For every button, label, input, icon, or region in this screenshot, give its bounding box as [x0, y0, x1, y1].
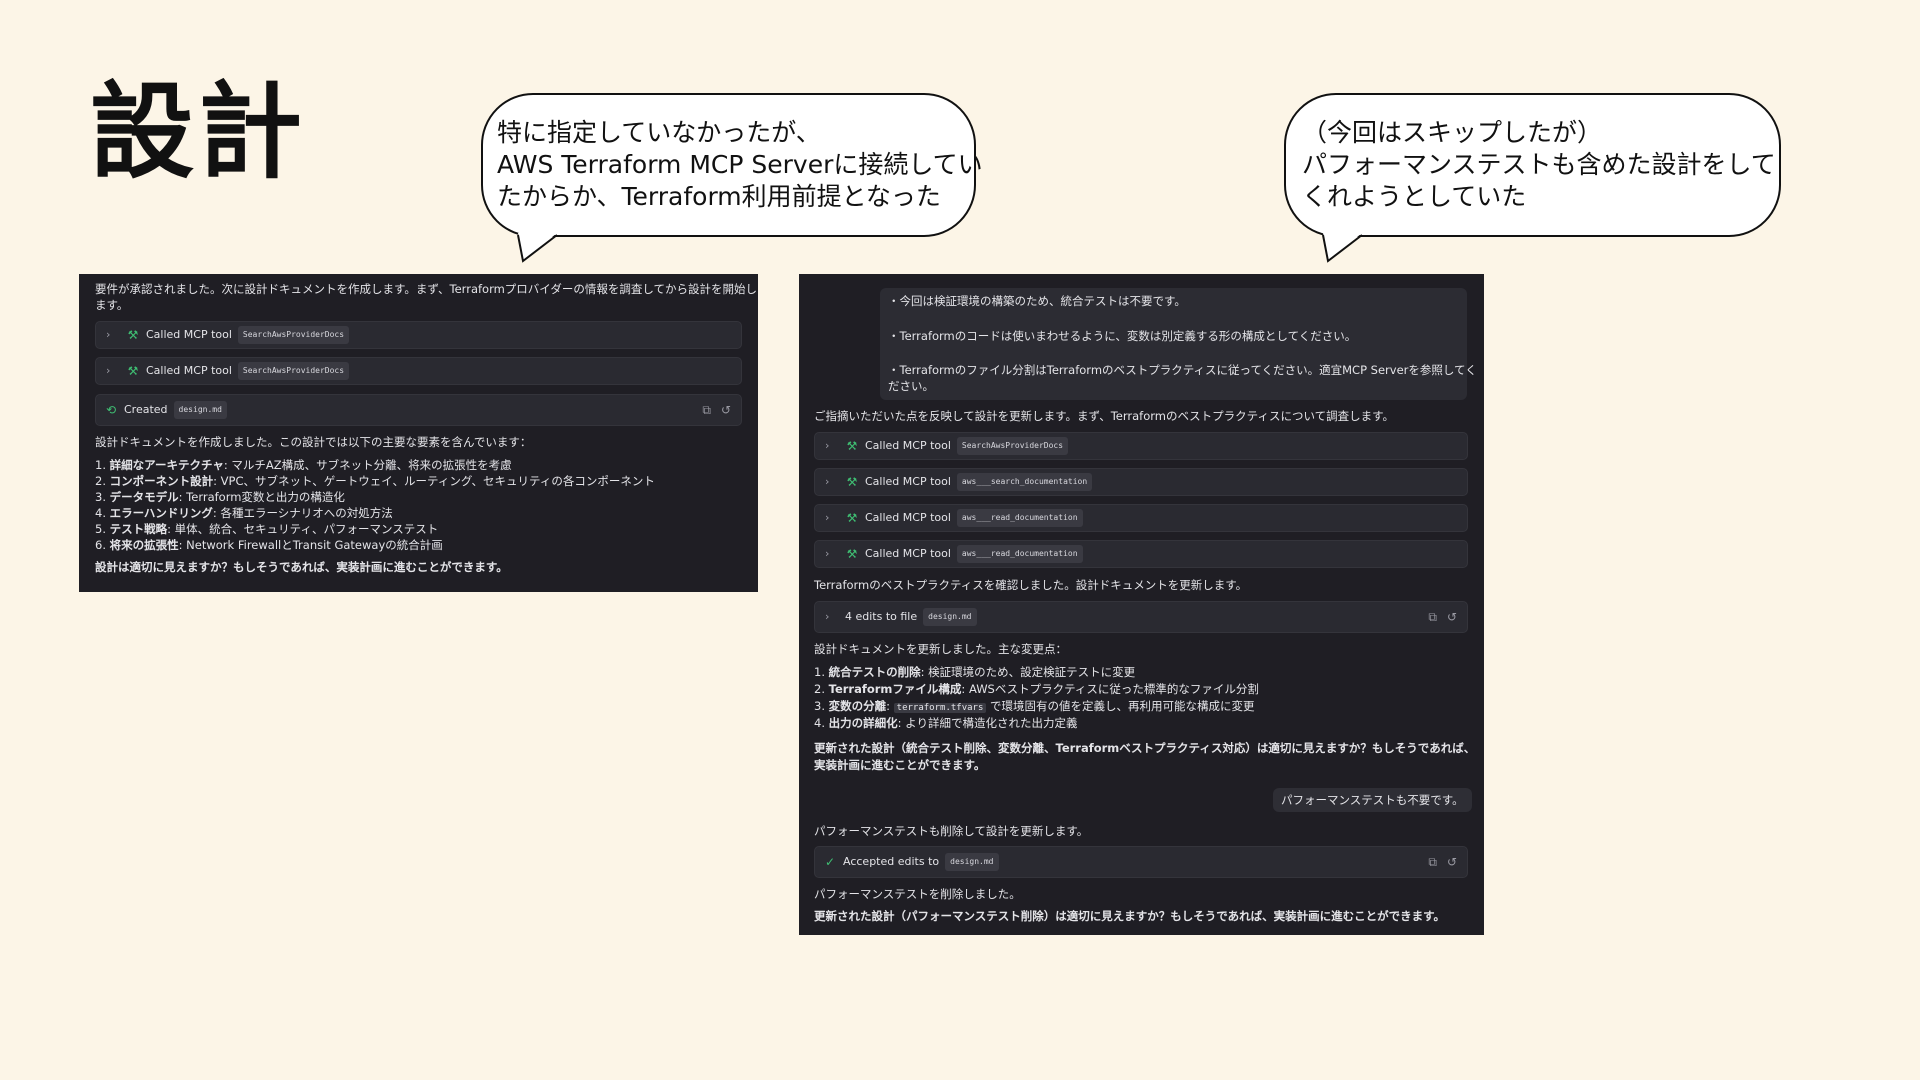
wrench-icon: ⚒	[846, 475, 858, 489]
tool-chip: aws___read_documentation	[956, 545, 1083, 563]
check-circle-icon: ✓	[824, 855, 836, 869]
chevron-right-icon: ›	[825, 610, 830, 623]
created-label: Created	[124, 403, 168, 416]
file-chip: design.md	[945, 853, 999, 871]
bubble-left-tail	[517, 233, 558, 263]
mcp-tool-row[interactable]: › ⚒ Called MCP tool aws___read_documenta…	[814, 540, 1468, 568]
reflect-text: ご指摘いただいた点を反映して設計を更新します。まず、Terraformのベストプ…	[814, 409, 1394, 423]
compare-icon[interactable]: ⧉	[1428, 609, 1437, 625]
accepted-label: Accepted edits to	[843, 855, 940, 868]
list-item: 4. 出力の詳細化: より詳細で構造化された出力定義	[814, 716, 1078, 730]
speech-bubble-right: （今回はスキップしたが） パフォーマンステストも含めた設計をして くれようとして…	[1284, 93, 1781, 237]
tool-chip: SearchAwsProviderDocs	[237, 362, 350, 380]
list-item: 2. コンポーネント設計: VPC、サブネット、ゲートウェイ、ルーティング、セキ…	[95, 474, 655, 488]
intro-line-1: 要件が承認されました。次に設計ドキュメントを作成します。まず、Terraform…	[95, 282, 757, 296]
list-item: 3. データモデル: Terraform変数と出力の構造化	[95, 490, 345, 504]
file-chip: design.md	[923, 608, 977, 626]
list-item: 4. エラーハンドリング: 各種エラーシナリオへの対処方法	[95, 506, 393, 520]
final-question: 更新された設計（パフォーマンステスト削除）は適切に見えますか？もしそうであれば、…	[814, 909, 1445, 923]
list-item: 3. 変数の分離: terraform.tfvars で環境固有の値を定義し、再…	[814, 699, 1255, 713]
created-icon: ⟲	[105, 403, 117, 417]
tool-row-label: Called MCP tool	[865, 511, 951, 524]
compare-icon[interactable]: ⧉	[702, 402, 711, 418]
chevron-right-icon: ›	[825, 439, 830, 452]
undo-icon[interactable]: ↺	[1447, 854, 1457, 870]
wrench-icon: ⚒	[127, 364, 139, 378]
tool-row-label: Called MCP tool	[865, 547, 951, 560]
wrench-icon: ⚒	[846, 511, 858, 525]
tool-chip: aws___search_documentation	[956, 473, 1093, 491]
list-item: 1. 詳細なアーキテクチャ: マルチAZ構成、サブネット分離、将来の拡張性を考慮	[95, 458, 512, 472]
right-chat-screenshot: ・今回は検証環境の構築のため、統合テストは不要です。 ・Terraformのコー…	[799, 274, 1484, 935]
tool-row-label: Called MCP tool	[865, 475, 951, 488]
edits-label: 4 edits to file	[845, 610, 918, 623]
list-item: 5. テスト戦略: 単体、統合、セキュリティ、パフォーマンステスト	[95, 522, 439, 536]
user-message: パフォーマンステストも不要です。	[1273, 788, 1472, 812]
question-line-1: 更新された設計（統合テスト削除、変数分離、Terraformベストプラクティス対…	[814, 741, 1476, 755]
wrench-icon: ⚒	[846, 547, 858, 561]
tool-chip: SearchAwsProviderDocs	[956, 437, 1069, 455]
left-chat-screenshot: 要件が承認されました。次に設計ドキュメントを作成します。まず、Terraform…	[79, 274, 758, 592]
user-feedback-box: ・今回は検証環境の構築のため、統合テストは不要です。 ・Terraformのコー…	[880, 288, 1477, 400]
intro-line-2: ます。	[95, 298, 129, 312]
edits-file-row[interactable]: › 4 edits to file design.md ⧉ ↺	[814, 601, 1468, 633]
tool-chip: aws___read_documentation	[956, 509, 1083, 527]
perf-update-text: パフォーマンステストも削除して設計を更新します。	[814, 824, 1089, 838]
bubble-left-line-3: たからか、Terraform利用前提となった	[497, 182, 941, 211]
file-chip: design.md	[173, 401, 227, 419]
list-item: 1. 統合テストの削除: 検証環境のため、設定検証テストに変更	[814, 665, 1136, 679]
updated-text: 設計ドキュメントを更新しました。主な変更点：	[814, 642, 1067, 656]
bubble-left-line-1: 特に指定していなかったが、	[497, 118, 821, 147]
chevron-right-icon: ›	[825, 511, 830, 524]
created-file-row[interactable]: ⟲ Created design.md ⧉ ↺	[95, 394, 742, 426]
wrench-icon: ⚒	[846, 439, 858, 453]
wrench-icon: ⚒	[127, 328, 139, 342]
feedback-line-2: ・Terraformのコードは使いまわせるように、変数は別定義する形の構成として…	[888, 329, 1357, 343]
perf-removed-text: パフォーマンステストを削除しました。	[814, 887, 1021, 901]
tool-row-label: Called MCP tool	[865, 439, 951, 452]
feedback-line-1: ・今回は検証環境の構築のため、統合テストは不要です。	[888, 294, 1186, 308]
chevron-right-icon: ›	[825, 475, 830, 488]
undo-icon[interactable]: ↺	[721, 402, 731, 418]
list-item: 6. 将来の拡張性: Network FirewallとTransit Gate…	[95, 538, 443, 552]
compare-icon[interactable]: ⧉	[1428, 854, 1437, 870]
mcp-tool-row[interactable]: › ⚒ Called MCP tool SearchAwsProviderDoc…	[95, 321, 742, 349]
confirmed-text: Terraformのベストプラクティスを確認しました。設計ドキュメントを更新しま…	[814, 578, 1248, 592]
question-text: 設計は適切に見えますか？もしそうであれば、実装計画に進むことができます。	[95, 560, 508, 574]
bubble-right-line-2: パフォーマンステストも含めた設計をして	[1302, 150, 1776, 179]
mcp-tool-row[interactable]: › ⚒ Called MCP tool SearchAwsProviderDoc…	[814, 432, 1468, 460]
undo-icon[interactable]: ↺	[1447, 609, 1457, 625]
mcp-tool-row[interactable]: › ⚒ Called MCP tool aws___read_documenta…	[814, 504, 1468, 532]
mcp-tool-row[interactable]: › ⚒ Called MCP tool SearchAwsProviderDoc…	[95, 357, 742, 385]
tool-row-label: Called MCP tool	[146, 328, 232, 341]
question-line-2: 実装計画に進むことができます。	[814, 758, 986, 772]
accepted-edits-row[interactable]: ✓ Accepted edits to design.md ⧉ ↺	[814, 846, 1468, 878]
bubble-right-tail	[1322, 233, 1363, 263]
summary-text: 設計ドキュメントを作成しました。この設計では以下の主要な要素を含んでいます：	[95, 435, 532, 449]
chevron-right-icon: ›	[106, 328, 111, 341]
speech-bubble-left: 特に指定していなかったが、 AWS Terraform MCP Serverに接…	[481, 93, 983, 237]
chevron-right-icon: ›	[825, 547, 830, 560]
chevron-right-icon: ›	[106, 364, 111, 377]
bubble-right-line-1: （今回はスキップしたが）	[1302, 118, 1603, 147]
tool-row-label: Called MCP tool	[146, 364, 232, 377]
list-item: 2. Terraformファイル構成: AWSベストプラクティスに従った標準的な…	[814, 682, 1259, 696]
tool-chip: SearchAwsProviderDocs	[237, 326, 350, 344]
feedback-line-4: ださい。	[888, 379, 934, 393]
bubble-right-line-3: くれようとしていた	[1302, 182, 1527, 211]
slide-title: 設計	[90, 71, 307, 193]
bubble-left-line-2: AWS Terraform MCP Serverに接続してい	[497, 150, 983, 179]
feedback-line-3: ・Terraformのファイル分割はTerraformのベストプラクティスに従っ…	[888, 363, 1477, 377]
mcp-tool-row[interactable]: › ⚒ Called MCP tool aws___search_documen…	[814, 468, 1468, 496]
